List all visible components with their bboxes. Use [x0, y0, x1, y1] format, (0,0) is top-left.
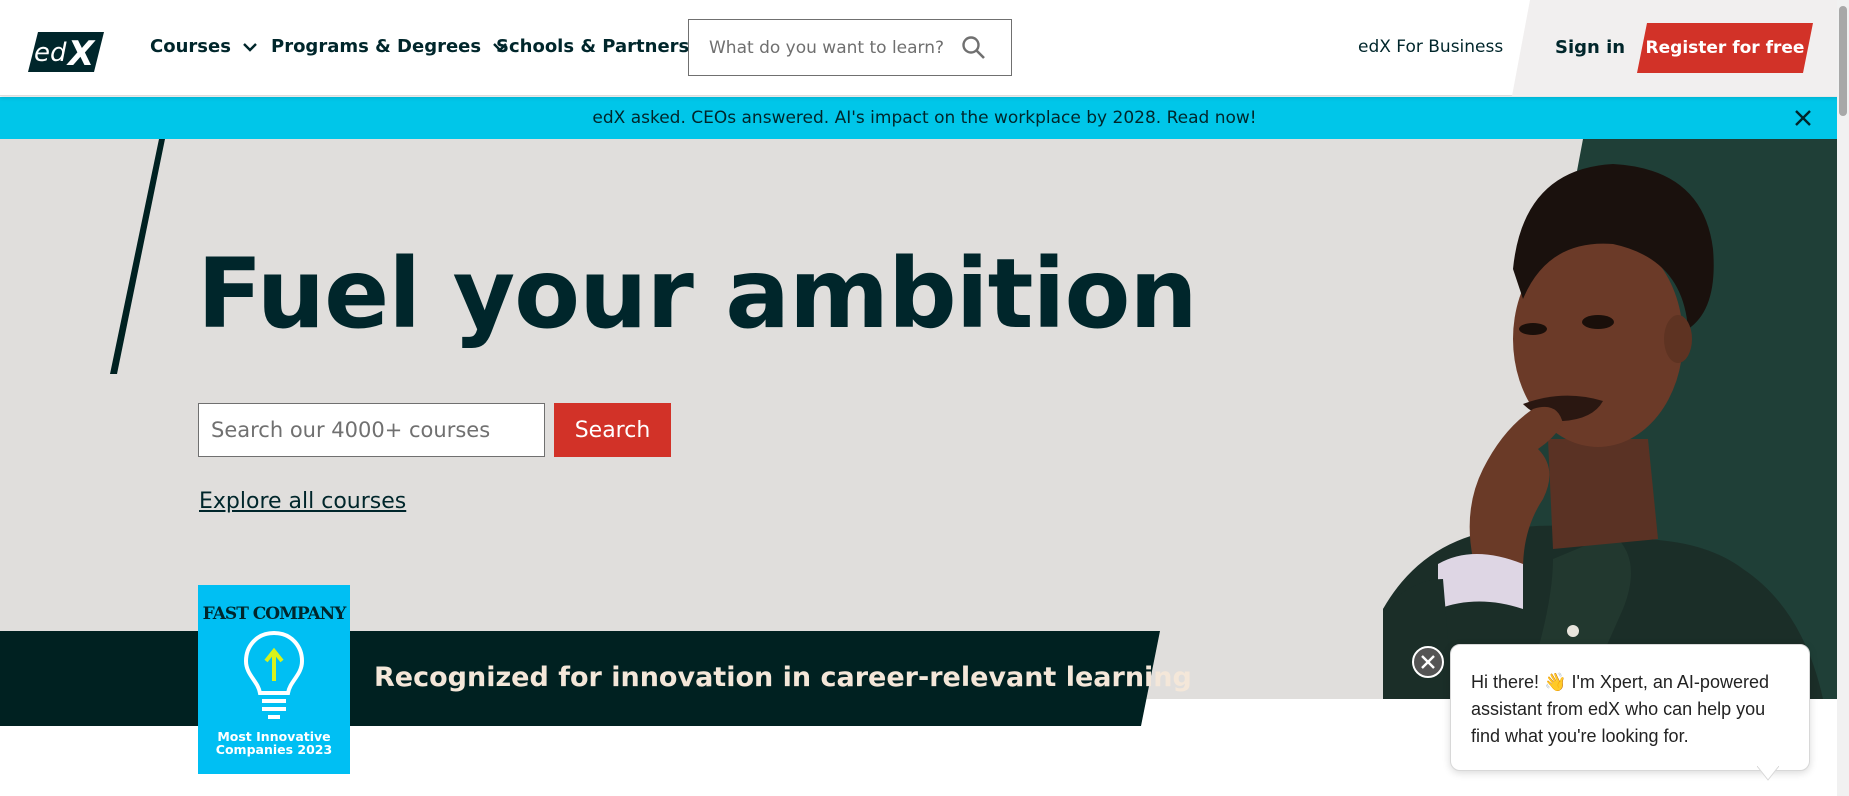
svg-text:ed: ed — [34, 38, 67, 68]
chat-bubble-tail — [1757, 766, 1779, 781]
course-search-button-label: Search — [574, 417, 651, 443]
course-search-box — [198, 403, 545, 457]
nav-programs-degrees[interactable]: Programs & Degrees — [271, 36, 509, 57]
person-illustration — [1383, 139, 1849, 699]
scrollbar-thumb[interactable] — [1839, 6, 1847, 116]
nav-schools-label: Schools & Partners — [496, 36, 690, 57]
badge-caption: Most Innovative Companies 2023 — [198, 730, 350, 756]
chat-close-button[interactable] — [1412, 646, 1444, 678]
register-button-label: Register for free — [1645, 38, 1805, 58]
badge-line-2: Companies 2023 — [215, 742, 333, 757]
nav-programs-label: Programs & Degrees — [271, 36, 482, 57]
recognition-text: Recognized for innovation in career-rele… — [374, 662, 1192, 693]
hero-title: Fuel your ambition — [197, 238, 1198, 350]
site-header: ed X Courses Programs & Degrees Schools … — [0, 0, 1849, 96]
header-search — [688, 19, 1012, 76]
course-search-input[interactable] — [211, 418, 531, 442]
lightbulb-icon — [243, 630, 305, 719]
explore-all-courses-link[interactable]: Explore all courses — [199, 489, 406, 514]
edx-logo[interactable]: ed X — [28, 32, 104, 72]
announcement-banner: edX asked. CEOs answered. AI's impact on… — [0, 97, 1849, 139]
xpert-chat-bubble[interactable]: Hi there! 👋 I'm Xpert, an AI-powered ass… — [1450, 644, 1810, 771]
svg-text:X: X — [66, 34, 96, 72]
nav-courses-label: Courses — [150, 36, 231, 57]
hero-photo — [1383, 139, 1849, 699]
page-scrollbar[interactable] — [1837, 0, 1849, 796]
nav-schools-partners[interactable]: Schools & Partners — [496, 36, 689, 57]
course-search-button[interactable]: Search — [554, 403, 671, 457]
close-icon — [1421, 655, 1435, 669]
register-button[interactable]: Register for free — [1637, 23, 1813, 73]
chevron-down-icon — [243, 42, 257, 52]
search-icon[interactable] — [961, 35, 987, 61]
announcement-text[interactable]: edX asked. CEOs answered. AI's impact on… — [592, 108, 1256, 128]
badge-publisher: FAST COMPANY — [202, 604, 347, 624]
chat-message: Hi there! 👋 I'm Xpert, an AI-powered ass… — [1471, 672, 1769, 746]
header-search-input[interactable] — [709, 37, 949, 58]
decorative-slash — [110, 139, 165, 374]
nav-courses[interactable]: Courses — [150, 36, 259, 57]
edx-for-business-link[interactable]: edX For Business — [1358, 37, 1503, 57]
sign-in-link[interactable]: Sign in — [1555, 37, 1625, 58]
fast-company-badge: FAST COMPANY Most Innovative Companies 2… — [198, 585, 350, 774]
close-icon[interactable] — [1793, 108, 1813, 128]
